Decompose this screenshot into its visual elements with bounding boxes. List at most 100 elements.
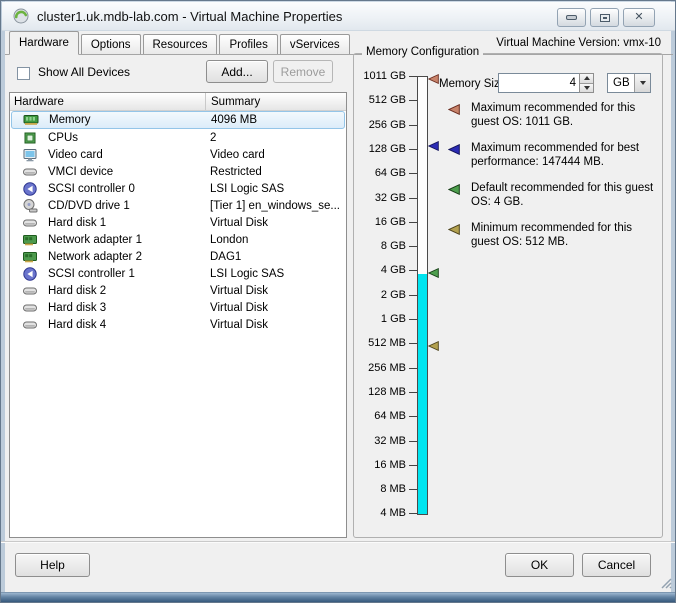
window-title: cluster1.uk.mdb-lab.com - Virtual Machin… [37,9,342,24]
hardware-row-network-adapter-2[interactable]: Network adapter 2DAG1 [10,248,346,265]
scale-tick-mark [409,270,417,271]
hardware-summary: [Tier 1] en_windows_se... [210,200,346,212]
memory-size-input[interactable] [498,73,579,93]
vm-version-label: Virtual Machine Version: vmx-10 [496,37,661,49]
scale-tick-mark [409,465,417,466]
down-arrow-icon [584,86,590,90]
scale-tick-label: 512 GB [356,93,406,107]
add-device-button[interactable]: Add... [206,60,268,83]
default-os-marker-icon [448,184,460,199]
spinner-up-button[interactable] [580,74,593,84]
hard-disk-icon [22,300,38,316]
scale-tick-mark [409,100,417,101]
hard-disk-icon [22,215,38,231]
scale-tick-label: 16 GB [356,215,406,229]
hardware-summary: 4096 MB [211,114,344,126]
hardware-row-video-card[interactable]: Video cardVideo card [10,146,346,163]
dropdown-button[interactable] [634,74,650,92]
hard-disk-icon [22,317,38,333]
tab-label: Resources [153,39,208,51]
recommendation-item: Minimum recommended for this guest OS: 5… [442,221,662,249]
hardware-name: Video card [48,149,210,161]
tab-label: Options [91,39,131,51]
ok-button[interactable]: OK [505,553,574,577]
default-os-marker-scale[interactable] [428,265,440,275]
scale-tick-mark [409,513,417,514]
hardware-list-header: Hardware Summary [10,93,346,111]
recommendation-text: Maximum recommended for best performance… [471,142,639,168]
minimize-button[interactable] [557,8,586,27]
hardware-row-memory[interactable]: Memory4096 MB [11,111,345,129]
maximize-button[interactable] [590,8,619,27]
hardware-row-vmci-device[interactable]: VMCI deviceRestricted [10,163,346,180]
close-icon: ✕ [634,12,643,23]
memory-slider-track[interactable] [417,76,428,515]
scale-tick-mark [409,173,417,174]
hardware-column-header[interactable]: Hardware [10,93,206,110]
memory-size-spinner [579,73,594,93]
hardware-row-hard-disk-1[interactable]: Hard disk 1Virtual Disk [10,214,346,231]
scsi-controller-icon [22,181,38,197]
tab-vservices[interactable]: vServices [280,34,350,54]
hardware-row-scsi-controller-0[interactable]: SCSI controller 0LSI Logic SAS [10,180,346,197]
minimum-os-marker-scale[interactable] [428,338,440,348]
cd-dvd-drive-icon [22,198,38,214]
memory-unit-select[interactable]: GB [607,73,651,93]
scale-tick-label: 32 GB [356,191,406,205]
chevron-down-icon [640,81,646,85]
footer-separator [1,541,676,543]
scale-tick-label: 4 GB [356,263,406,277]
minimize-icon [566,15,577,20]
scale-tick-label: 1011 GB [356,69,406,83]
hardware-name: Network adapter 2 [48,251,210,263]
hardware-name: Hard disk 1 [48,217,210,229]
network-adapter-icon [22,249,38,265]
hardware-row-scsi-controller-1[interactable]: SCSI controller 1LSI Logic SAS [10,265,346,282]
tab-hardware[interactable]: Hardware [9,31,79,55]
hardware-summary: 2 [210,132,346,144]
cancel-button[interactable]: Cancel [582,553,651,577]
memory-scale: 1011 GB512 GB256 GB128 GB64 GB32 GB16 GB… [356,69,446,524]
hardware-row-network-adapter-1[interactable]: Network adapter 1London [10,231,346,248]
hardware-row-hard-disk-2[interactable]: Hard disk 2Virtual Disk [10,282,346,299]
tab-resources[interactable]: Resources [143,34,218,54]
scale-tick-label: 1 GB [356,312,406,326]
scale-tick-mark [409,392,417,393]
show-all-devices-label: Show All Devices [38,65,130,79]
scale-tick-mark [409,246,417,247]
hardware-row-hard-disk-4[interactable]: Hard disk 4Virtual Disk [10,316,346,333]
recommendation-text: Default recommended for this guest OS: 4… [471,182,653,208]
tab-label: Hardware [19,37,69,49]
scale-tick-label: 64 MB [356,409,406,423]
tab-label: vServices [290,39,340,51]
show-all-devices-checkbox[interactable] [17,67,30,80]
hardware-row-cpus[interactable]: CPUs2 [10,129,346,146]
hard-disk-icon [22,283,38,299]
hardware-summary: LSI Logic SAS [210,268,346,280]
scale-tick-label: 256 GB [356,118,406,132]
tab-profiles[interactable]: Profiles [219,34,277,54]
hardware-list: Hardware Summary Memory4096 MBCPUs2Video… [9,92,347,538]
best-performance-marker-scale[interactable] [428,138,440,148]
hardware-name: VMCI device [48,166,210,178]
resize-grip[interactable] [658,575,673,590]
spinner-down-button[interactable] [580,84,593,93]
scale-tick-label: 512 MB [356,336,406,350]
hardware-row-hard-disk-3[interactable]: Hard disk 3Virtual Disk [10,299,346,316]
close-button[interactable]: ✕ [623,8,655,27]
hardware-row-cd-dvd-drive-1[interactable]: CD/DVD drive 1[Tier 1] en_windows_se... [10,197,346,214]
best-performance-marker-icon [448,144,460,159]
scale-tick-label: 128 GB [356,142,406,156]
cpu-icon [22,130,38,146]
scale-tick-mark [409,222,417,223]
hardware-summary: Virtual Disk [210,319,346,331]
hardware-summary: DAG1 [210,251,346,263]
tab-options[interactable]: Options [81,34,141,54]
summary-column-header[interactable]: Summary [206,96,346,108]
hardware-name: Network adapter 1 [48,234,210,246]
help-button[interactable]: Help [15,553,90,577]
window-border-left [1,1,5,592]
scale-tick-label: 128 MB [356,385,406,399]
memory-slider-fill [418,274,427,514]
scale-tick-label: 16 MB [356,458,406,472]
